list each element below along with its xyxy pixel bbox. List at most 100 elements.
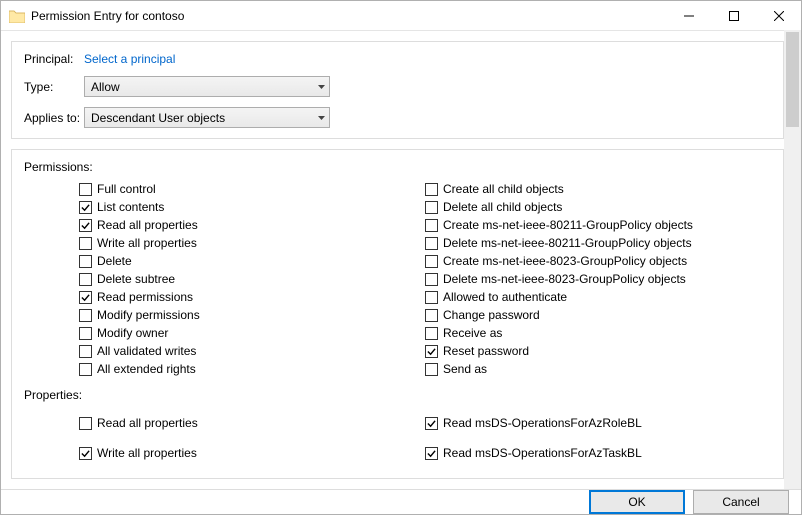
checkbox[interactable] (79, 201, 92, 214)
checkbox[interactable] (79, 237, 92, 250)
checkbox-item[interactable]: Create ms-net-ieee-8023-GroupPolicy obje… (425, 252, 771, 270)
checkbox-label: List contents (97, 200, 164, 214)
checkbox-item[interactable]: Delete subtree (79, 270, 425, 288)
checkbox-item[interactable]: Delete ms-net-ieee-8023-GroupPolicy obje… (425, 270, 771, 288)
checkbox-item[interactable]: Full control (79, 180, 425, 198)
checkbox-item[interactable]: All validated writes (79, 342, 425, 360)
select-principal-link[interactable]: Select a principal (84, 52, 175, 66)
permissions-col-right: Create all child objects Delete all child… (425, 180, 771, 378)
checkbox-label: Create ms-net-ieee-8023-GroupPolicy obje… (443, 254, 687, 268)
checkbox-item[interactable]: Create ms-net-ieee-80211-GroupPolicy obj… (425, 216, 771, 234)
checkbox-item[interactable]: Receive as (425, 324, 771, 342)
chevron-down-icon (318, 116, 325, 120)
checkbox[interactable] (79, 417, 92, 430)
titlebar: Permission Entry for contoso (1, 1, 801, 31)
checkbox-label: Read msDS-OperationsForAzRoleBL (443, 416, 642, 430)
scrollbar-thumb[interactable] (786, 32, 799, 127)
checkbox[interactable] (425, 447, 438, 460)
checkbox-item[interactable]: Read msDS-OperationsForAzTaskBL (425, 438, 771, 468)
checkbox-item[interactable]: Delete (79, 252, 425, 270)
checkbox-label: Delete ms-net-ieee-8023-GroupPolicy obje… (443, 272, 686, 286)
checkbox-item[interactable]: Write all properties (79, 234, 425, 252)
maximize-button[interactable] (711, 1, 756, 30)
folder-icon (9, 9, 25, 23)
checkbox[interactable] (79, 273, 92, 286)
checkbox-item[interactable]: Delete all child objects (425, 198, 771, 216)
checkbox[interactable] (79, 345, 92, 358)
checkbox-item[interactable]: Delete ms-net-ieee-80211-GroupPolicy obj… (425, 234, 771, 252)
checkbox-label: Create ms-net-ieee-80211-GroupPolicy obj… (443, 218, 693, 232)
checkbox-label: Read all properties (97, 416, 198, 430)
permissions-label: Permissions: (24, 160, 771, 174)
principal-row: Principal: Select a principal (24, 52, 771, 66)
type-row: Type: Allow (24, 76, 771, 97)
checkbox[interactable] (79, 255, 92, 268)
checkbox[interactable] (425, 417, 438, 430)
checkbox[interactable] (425, 273, 438, 286)
close-button[interactable] (756, 1, 801, 30)
checkbox-item[interactable]: Change password (425, 306, 771, 324)
checkbox-item[interactable]: Read all properties (79, 216, 425, 234)
checkbox[interactable] (79, 363, 92, 376)
checkbox-label: Full control (97, 182, 156, 196)
ok-button[interactable]: OK (589, 490, 685, 514)
checkbox-label: Delete subtree (97, 272, 175, 286)
header-panel: Principal: Select a principal Type: Allo… (11, 41, 784, 139)
applies-row: Applies to: Descendant User objects (24, 107, 771, 128)
checkbox-label: Create all child objects (443, 182, 564, 196)
checkbox-label: Allowed to authenticate (443, 290, 567, 304)
checkbox-label: Delete ms-net-ieee-80211-GroupPolicy obj… (443, 236, 692, 250)
checkbox[interactable] (79, 183, 92, 196)
checkbox-label: Modify permissions (97, 308, 200, 322)
properties-col-right: Read msDS-OperationsForAzRoleBL Read msDS… (425, 408, 771, 468)
checkbox-item[interactable]: Modify owner (79, 324, 425, 342)
permissions-panel: Permissions: Full control List contents Re… (11, 149, 784, 479)
checkbox-label: Read msDS-OperationsForAzTaskBL (443, 446, 642, 460)
ok-label: OK (628, 495, 645, 509)
checkbox[interactable] (425, 327, 438, 340)
vertical-scrollbar[interactable] (784, 30, 801, 489)
checkbox-label: Read permissions (97, 290, 193, 304)
type-value: Allow (91, 80, 120, 94)
checkbox-label: Delete (97, 254, 132, 268)
checkbox-item[interactable]: Write all properties (79, 438, 425, 468)
checkbox[interactable] (425, 255, 438, 268)
applies-select[interactable]: Descendant User objects (84, 107, 330, 128)
checkbox[interactable] (79, 291, 92, 304)
checkbox[interactable] (425, 309, 438, 322)
checkbox[interactable] (425, 237, 438, 250)
checkbox-label: Write all properties (97, 236, 197, 250)
checkbox-label: Receive as (443, 326, 502, 340)
checkbox[interactable] (425, 219, 438, 232)
principal-label: Principal: (24, 52, 84, 66)
checkbox[interactable] (79, 219, 92, 232)
checkbox[interactable] (425, 291, 438, 304)
checkbox[interactable] (425, 363, 438, 376)
checkbox-item[interactable]: Modify permissions (79, 306, 425, 324)
window: Permission Entry for contoso Principal: … (0, 0, 802, 515)
permissions-col-left: Full control List contents Read all proper… (79, 180, 425, 378)
checkbox-item[interactable]: All extended rights (79, 360, 425, 378)
checkbox-item[interactable]: Read all properties (79, 408, 425, 438)
checkbox[interactable] (425, 345, 438, 358)
checkbox-label: All validated writes (97, 344, 196, 358)
checkbox[interactable] (79, 327, 92, 340)
checkbox[interactable] (425, 183, 438, 196)
checkbox-item[interactable]: Read permissions (79, 288, 425, 306)
checkbox-item[interactable]: Create all child objects (425, 180, 771, 198)
type-select[interactable]: Allow (84, 76, 330, 97)
checkbox[interactable] (79, 447, 92, 460)
checkbox-item[interactable]: Reset password (425, 342, 771, 360)
cancel-button[interactable]: Cancel (693, 490, 789, 514)
checkbox-item[interactable]: List contents (79, 198, 425, 216)
applies-value: Descendant User objects (91, 111, 225, 125)
checkbox[interactable] (79, 309, 92, 322)
checkbox-label: Send as (443, 362, 487, 376)
checkbox-item[interactable]: Send as (425, 360, 771, 378)
checkbox-item[interactable]: Allowed to authenticate (425, 288, 771, 306)
minimize-button[interactable] (666, 1, 711, 30)
window-title: Permission Entry for contoso (31, 9, 666, 23)
checkbox[interactable] (425, 201, 438, 214)
checkbox-label: All extended rights (97, 362, 196, 376)
checkbox-item[interactable]: Read msDS-OperationsForAzRoleBL (425, 408, 771, 438)
